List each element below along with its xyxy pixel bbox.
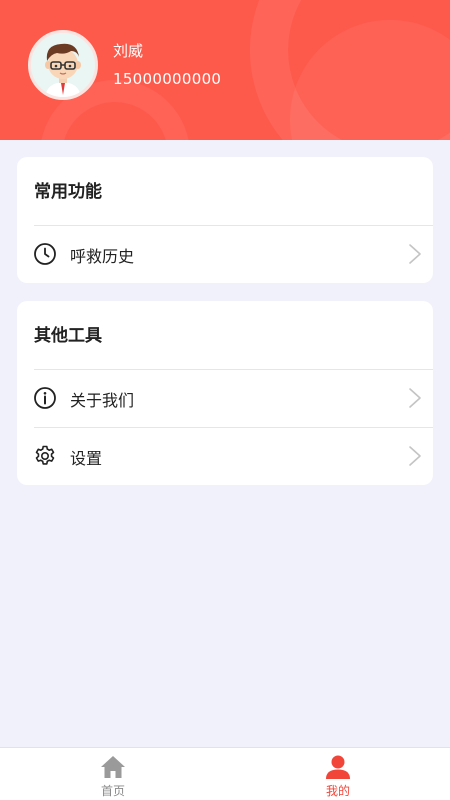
user-name: 刘威 xyxy=(113,42,144,60)
profile-header: 刘威 15000000000 xyxy=(0,0,450,140)
menu-item-about-us[interactable]: 关于我们 xyxy=(17,369,433,427)
menu-item-label: 呼救历史 xyxy=(70,247,135,266)
info-icon xyxy=(34,387,56,409)
section-common-functions: 常用功能 呼救历史 xyxy=(17,157,433,283)
menu-item-label: 设置 xyxy=(70,449,103,468)
section-title: 其他工具 xyxy=(34,326,102,346)
avatar-cartoon-icon xyxy=(45,43,81,97)
tab-home-label: 首页 xyxy=(100,784,125,798)
clock-icon xyxy=(34,243,56,265)
section-title: 常用功能 xyxy=(34,182,102,202)
home-icon xyxy=(101,756,125,778)
chevron-right-icon xyxy=(409,388,421,408)
avatar[interactable] xyxy=(28,30,98,100)
bottom-tab-bar: 首页 我的 xyxy=(0,747,450,800)
tab-mine[interactable]: 我的 xyxy=(288,748,388,800)
menu-item-rescue-history[interactable]: 呼救历史 xyxy=(17,225,433,283)
tab-home[interactable]: 首页 xyxy=(63,748,163,800)
section-other-tools: 其他工具 关于我们 设置 xyxy=(17,301,433,485)
chevron-right-icon xyxy=(409,446,421,466)
user-phone: 15000000000 xyxy=(113,70,222,88)
header-decoration xyxy=(250,0,450,140)
menu-item-label: 关于我们 xyxy=(70,391,135,410)
user-icon xyxy=(326,755,350,779)
chevron-right-icon xyxy=(409,244,421,264)
tab-mine-label: 我的 xyxy=(325,784,350,798)
gear-icon xyxy=(35,445,55,465)
menu-item-settings[interactable]: 设置 xyxy=(17,427,433,485)
